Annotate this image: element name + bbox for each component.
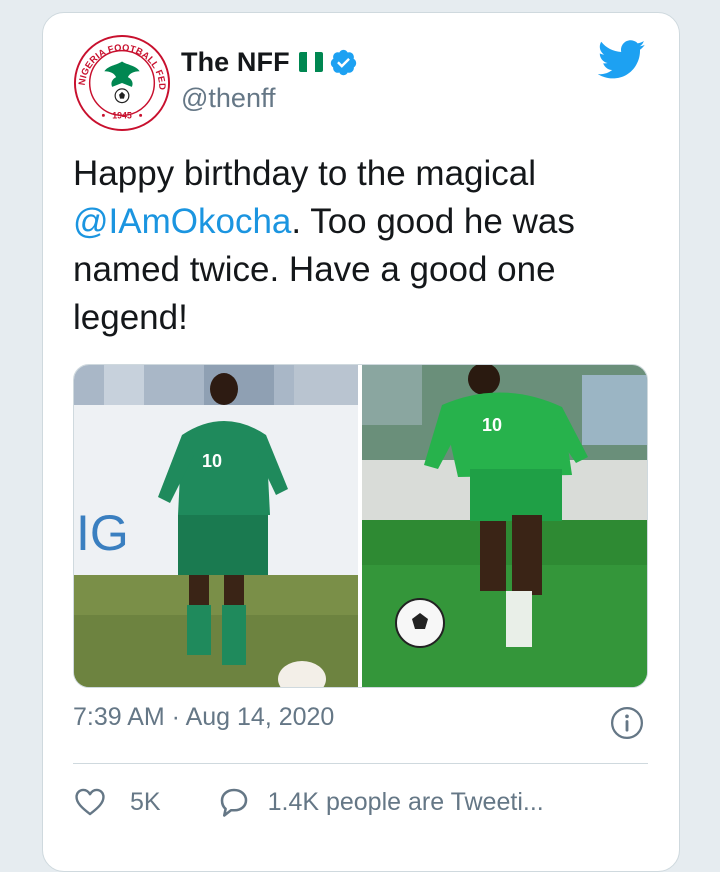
photo-okocha-right[interactable]: 10 [362,365,647,687]
reply-bubble-icon[interactable] [216,784,252,820]
avatar-year: 1945 [112,110,132,120]
twitter-bird-icon[interactable] [598,40,646,80]
nff-logo-avatar[interactable]: NIGERIA FOOTBALL FEDERATION 1945 [73,34,171,132]
tweet-text: Happy birthday to the magical @IAmOkocha… [73,150,653,342]
photo-left-image: IG 10 [74,365,358,687]
jersey-number-left: 10 [202,451,222,471]
jersey-number-right: 10 [482,415,502,435]
photo-okocha-left[interactable]: IG 10 [74,365,358,687]
divider [73,763,648,764]
tweet-time: 7:39 AM [73,703,165,731]
photo-right-image: 10 [362,365,647,687]
tweeting-count[interactable]: 1.4K people are Tweeti... [268,788,544,817]
tweet-text-part: Happy birthday to the magical [73,154,537,193]
verified-badge-icon [330,49,356,75]
tweet-timestamp[interactable]: 7:39 AM · Aug 14, 2020 [73,703,334,732]
like-count[interactable]: 5K [130,788,161,817]
author-name-row[interactable]: The NFF [181,44,358,80]
meta-separator: · [164,703,186,731]
nigeria-flag-icon [298,52,323,72]
engagement-row: 5K 1.4K people are Tweeti... [73,784,544,820]
photo-board-text: IG [76,505,129,561]
info-icon[interactable] [610,706,644,740]
tweet-media[interactable]: IG 10 10 [73,364,648,688]
mention-link[interactable]: @IAmOkocha [73,202,291,241]
tweet-date: Aug 14, 2020 [185,703,335,731]
author-handle[interactable]: @thenff [181,83,275,114]
author-name[interactable]: The NFF [181,47,290,78]
heart-icon[interactable] [73,785,107,819]
